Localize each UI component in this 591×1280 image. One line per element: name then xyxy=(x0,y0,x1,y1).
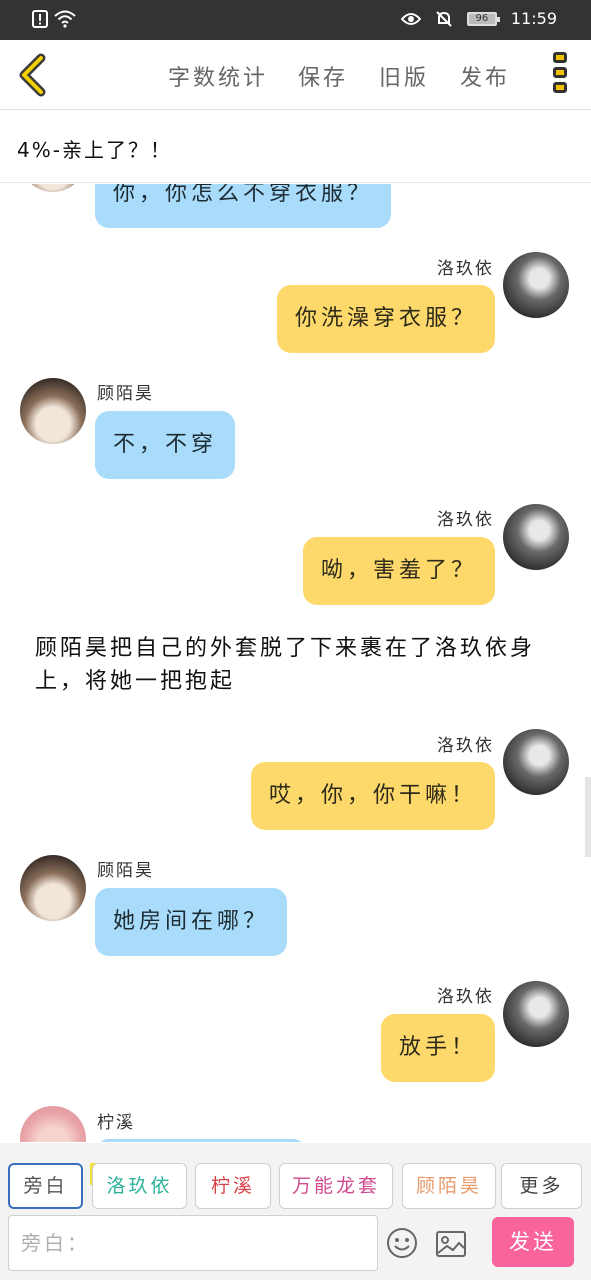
role-more-button[interactable]: 更多 xyxy=(501,1163,582,1209)
speaker-name: 洛玖依 xyxy=(437,510,494,530)
chat-bubble[interactable]: 哎，你，你干嘛！ xyxy=(250,762,495,830)
speaker-name: 顾陌昊 xyxy=(97,384,154,404)
chat-bubble[interactable]: 她房间在哪？ xyxy=(95,888,288,956)
avatar[interactable] xyxy=(503,252,569,318)
word-count-button[interactable]: 字数统计 xyxy=(168,60,268,92)
back-arrow-icon[interactable] xyxy=(14,52,50,98)
chat-area[interactable]: 你，你怎么不穿衣服？ 洛玖依 你洗澡穿衣服？ 顾陌昊 不，不穿 洛玖依 呦，害羞… xyxy=(0,184,591,1142)
status-time: 11:59 xyxy=(510,9,557,28)
avatar[interactable] xyxy=(20,184,86,192)
status-bar: 96 11:59 xyxy=(0,0,591,40)
avatar[interactable] xyxy=(503,729,569,795)
wifi-icon xyxy=(54,10,76,28)
editor-toolbar: 字数统计 保存 旧版 发布 xyxy=(0,40,591,110)
old-version-button[interactable]: 旧版 xyxy=(379,60,429,92)
publish-button[interactable]: 发布 xyxy=(460,60,510,92)
avatar[interactable] xyxy=(20,378,86,444)
role-narrator[interactable]: 旁白 xyxy=(8,1163,83,1209)
speaker-name: 柠溪 xyxy=(97,1113,135,1133)
role-ning-xi[interactable]: 柠溪 xyxy=(195,1163,271,1209)
alert-icon xyxy=(32,10,48,28)
avatar[interactable] xyxy=(20,1106,86,1142)
speaker-name: 顾陌昊 xyxy=(97,861,154,881)
scrollbar-thumb[interactable] xyxy=(585,777,591,857)
chat-bubble[interactable] xyxy=(95,1139,307,1142)
compose-bar: 旁白 主 洛玖依 柠溪 万能龙套 顾陌昊 更多 发送 xyxy=(0,1143,591,1280)
chat-bubble[interactable]: 呦，害羞了？ xyxy=(302,537,495,605)
speaker-name: 洛玖依 xyxy=(437,987,494,1007)
chat-bubble[interactable]: 你，你怎么不穿衣服？ xyxy=(95,184,392,228)
speaker-name: 洛玖依 xyxy=(437,736,494,756)
role-luo-jiuyi[interactable]: 洛玖依 xyxy=(92,1163,187,1209)
role-extras[interactable]: 万能龙套 xyxy=(279,1163,393,1209)
chapter-header: 4%-亲上了？！ xyxy=(0,110,591,183)
role-gu-mohao[interactable]: 顾陌昊 xyxy=(402,1163,496,1209)
chat-bubble[interactable]: 放手！ xyxy=(380,1014,495,1082)
status-right: 96 11:59 xyxy=(400,9,557,28)
save-button[interactable]: 保存 xyxy=(298,60,348,92)
status-left xyxy=(32,10,76,28)
battery-icon: 96 xyxy=(466,11,500,26)
chat-bubble[interactable]: 不，不穿 xyxy=(95,411,236,479)
eye-icon xyxy=(400,12,421,25)
message-input[interactable] xyxy=(8,1215,378,1271)
send-button[interactable]: 发送 xyxy=(492,1217,574,1267)
more-menu-icon[interactable] xyxy=(549,52,571,100)
avatar[interactable] xyxy=(20,855,86,921)
speaker-name: 洛玖依 xyxy=(437,259,494,279)
avatar[interactable] xyxy=(503,981,569,1047)
chapter-title[interactable]: 4%-亲上了？！ xyxy=(17,134,172,163)
bell-muted-icon xyxy=(436,10,452,27)
narration-text[interactable]: 顾陌昊把自己的外套脱了下来裹在了洛玖依身上，将她一把抱起 xyxy=(35,632,565,698)
emoji-icon[interactable] xyxy=(386,1227,418,1259)
image-icon[interactable] xyxy=(435,1229,467,1259)
avatar[interactable] xyxy=(503,504,569,570)
chat-bubble[interactable]: 你洗澡穿衣服？ xyxy=(276,285,495,353)
